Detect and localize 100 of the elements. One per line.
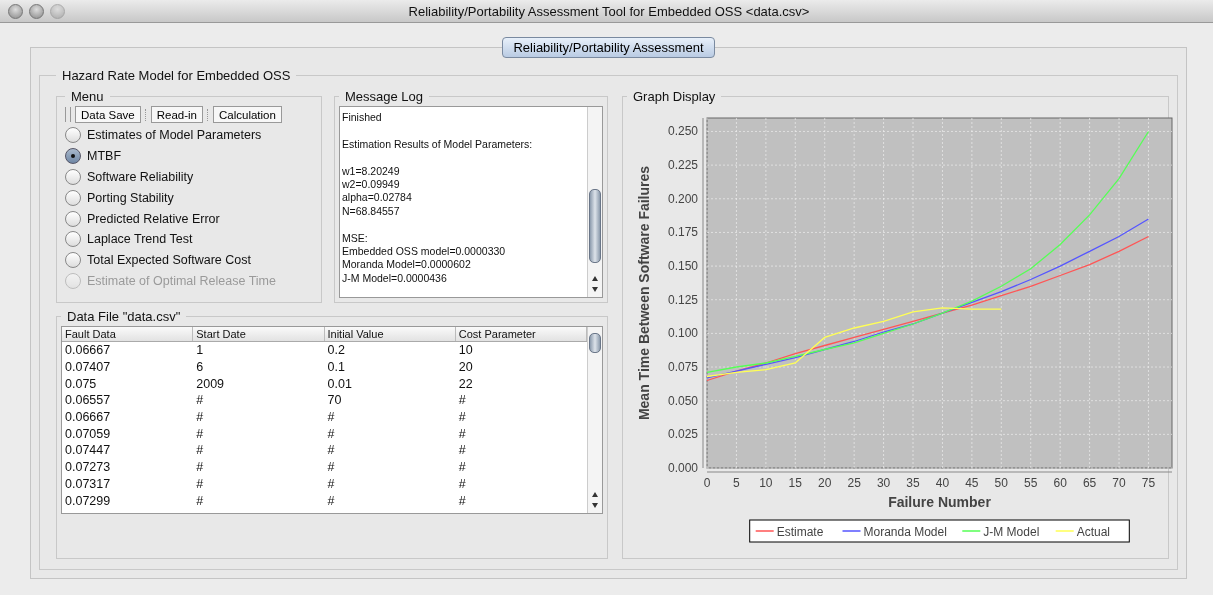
close-button[interactable]	[8, 3, 23, 19]
log-line: Embedded OSS model=0.0000330	[342, 245, 507, 259]
radio-label[interactable]: Estimates of Model Parameters	[87, 128, 262, 143]
y-tick-label: 0.175	[667, 225, 698, 240]
table-cell-text: #	[457, 443, 467, 458]
x-tick-label: 10	[759, 476, 773, 490]
radio-button[interactable]	[65, 148, 81, 165]
x-tick-label: 15	[788, 476, 802, 490]
y-tick-label: 0.025	[667, 427, 698, 442]
log-line: MSE:	[342, 231, 369, 245]
radio-label[interactable]: MTBF	[87, 149, 122, 164]
scroll-arrows-icon[interactable]	[591, 274, 599, 294]
toolbar-button[interactable]: Calculation	[213, 106, 282, 123]
table-cell-text: 0.06557	[64, 393, 112, 408]
x-tick-label: 70	[1112, 476, 1126, 490]
radio-button[interactable]	[65, 210, 81, 227]
table-cell-text: 0.075	[64, 376, 98, 391]
panel-title: Menu	[70, 89, 105, 104]
x-tick-label: 30	[876, 476, 891, 490]
table-cell-text: 0.07059	[64, 426, 112, 441]
scrollbar[interactable]	[587, 327, 602, 513]
table-cell-text: #	[195, 493, 205, 508]
log-line: Estimation Results of Model Parameters:	[342, 137, 534, 152]
group-title: Hazard Rate Model for Embedded OSS	[61, 68, 292, 83]
x-axis-title: Failure Number	[888, 494, 991, 510]
minimize-button[interactable]	[29, 3, 44, 19]
table-cell-text: #	[195, 443, 205, 458]
table-cell-text: #	[457, 393, 467, 408]
column-header[interactable]: Start Date	[193, 327, 325, 341]
table-cell-text: #	[195, 426, 205, 441]
table-cell-text: 0.07273	[64, 460, 112, 475]
toolbar-button[interactable]: Read-in	[150, 106, 203, 123]
radio-button[interactable]	[65, 231, 81, 248]
scroll-thumb[interactable]	[589, 189, 601, 263]
table-cell-text: #	[195, 476, 205, 491]
table-cell-text: #	[457, 410, 467, 425]
table-cell-text: 0.06667	[64, 343, 112, 358]
table-cell-text: #	[457, 476, 467, 491]
table-cell-text: #	[326, 476, 336, 491]
toolbar-button[interactable]: Data Save	[75, 106, 141, 123]
log-line: Moranda Model=0.0000602	[342, 258, 472, 272]
radio-label[interactable]: Predicted Relative Error	[87, 211, 220, 226]
table-cell-text: 1	[195, 343, 205, 358]
scrollbar[interactable]	[587, 107, 602, 297]
table-cell-text: #	[326, 426, 336, 441]
x-tick-label: 5	[733, 476, 740, 490]
y-tick-label: 0.200	[667, 191, 698, 206]
window-title: Reliability/Portability Assessment Tool for Embedded OSS <data.csv>	[408, 3, 810, 19]
x-tick-label: 55	[1024, 476, 1038, 490]
radio-label[interactable]: Total Expected Software Cost	[87, 253, 251, 268]
toolbar-grip[interactable]	[65, 107, 71, 122]
table-cell-text: 0.07299	[64, 493, 112, 508]
scroll-thumb[interactable]	[589, 333, 601, 353]
radio-button[interactable]	[65, 127, 81, 144]
table-cell-text: #	[326, 460, 336, 475]
table-cell-text: 0.07407	[64, 360, 112, 375]
panel-title: Message Log	[344, 89, 425, 104]
table-cell-text: 0.2	[326, 343, 346, 358]
column-header[interactable]: Initial Value	[324, 327, 456, 341]
table-cell-text: #	[457, 426, 467, 441]
table-cell-text: 22	[457, 376, 474, 391]
radio-button[interactable]	[65, 189, 81, 206]
tab[interactable]: Reliability/Portability Assessment	[502, 37, 715, 58]
table-cell-text: #	[457, 460, 467, 475]
legend-label: J-M Model	[983, 525, 1040, 539]
x-tick-label: 50	[994, 476, 1008, 490]
panel-title: Data File "data.csv"	[66, 309, 182, 324]
x-tick-label: 45	[965, 476, 979, 490]
table-cell-text: #	[326, 493, 336, 508]
table-cell-text: 0.07317	[64, 476, 112, 491]
x-tick-label: 35	[906, 476, 920, 490]
table-cell-text: #	[195, 393, 205, 408]
table-cell-text: #	[195, 460, 205, 475]
radio-label[interactable]: Laplace Trend Test	[87, 232, 193, 247]
log-line: J-M Model=0.0000436	[342, 271, 448, 286]
radio-label[interactable]: Software Reliability	[87, 170, 194, 184]
log-line: alpha=0.02784	[342, 191, 413, 205]
table-cell-text: #	[326, 443, 336, 458]
table-cell-text: 10	[457, 343, 474, 358]
y-tick-label: 0.250	[667, 124, 698, 139]
table-cell-text: #	[195, 410, 205, 425]
y-tick-label: 0.125	[667, 292, 698, 307]
zoom-button[interactable]	[50, 3, 65, 19]
y-tick-label: 0.225	[667, 158, 698, 173]
scroll-arrows-icon[interactable]	[591, 490, 599, 510]
table-cell-text: 6	[195, 360, 205, 375]
y-tick-label: 0.100	[667, 326, 698, 341]
radio-label[interactable]: Porting Stability	[87, 190, 174, 205]
legend-label: Moranda Model	[863, 525, 947, 539]
y-axis-title: Mean Time Between Software Failures	[636, 165, 652, 421]
column-header[interactable]: Fault Data	[62, 327, 194, 341]
radio-button[interactable]	[65, 252, 81, 269]
radio-button[interactable]	[65, 169, 81, 185]
log-line: w2=0.09949	[342, 178, 401, 192]
log-line: N=68.84557	[342, 204, 401, 219]
table-cell-text: 20	[457, 360, 474, 375]
x-tick-label: 20	[818, 476, 832, 490]
table-cell-text: 2009	[195, 376, 226, 391]
y-tick-label: 0.150	[667, 259, 698, 274]
x-tick-label: 65	[1082, 476, 1097, 490]
